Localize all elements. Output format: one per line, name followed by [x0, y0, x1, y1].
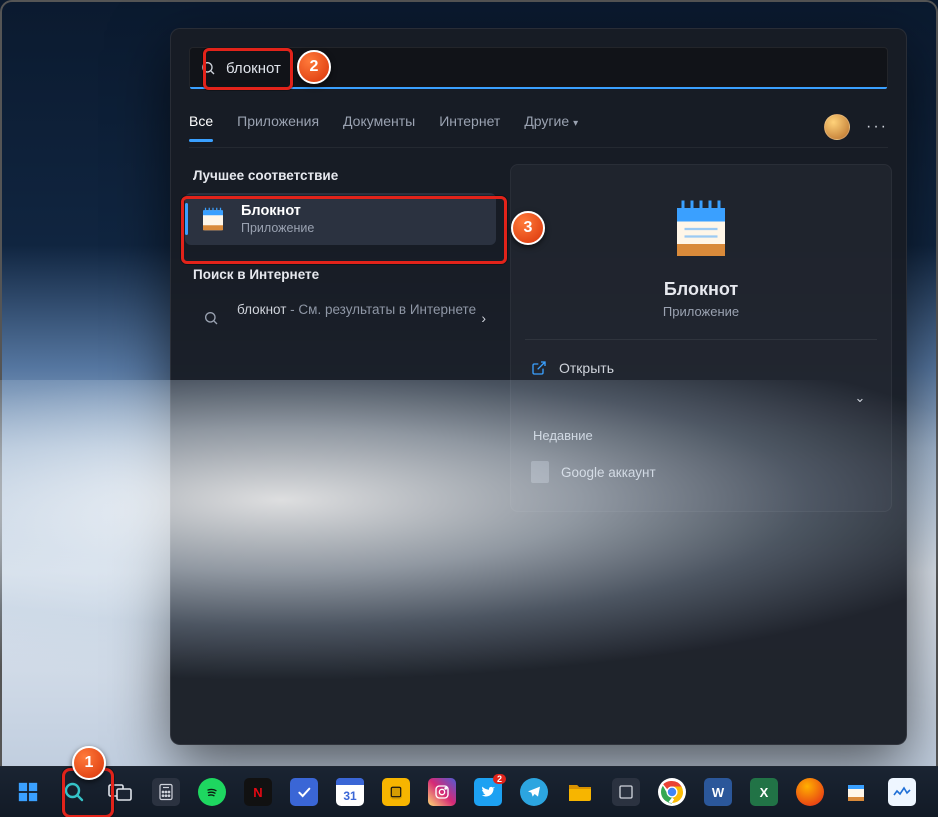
files-icon	[382, 778, 410, 806]
tab-apps[interactable]: Приложения	[237, 113, 319, 141]
taskbar-app-excel[interactable]: X	[742, 772, 786, 812]
calculator-icon	[152, 778, 180, 806]
taskbar-app-taskmgr[interactable]	[880, 772, 924, 812]
taskbar-app-notepad[interactable]	[834, 772, 878, 812]
notepad-icon	[197, 203, 229, 235]
annotation-marker-3: 3	[511, 211, 545, 245]
taskbar-app-shortcut[interactable]	[604, 772, 648, 812]
more-options-button[interactable]: ···	[866, 118, 888, 136]
annotation-marker-2: 2	[297, 50, 331, 84]
annotation-marker-1: 1	[72, 746, 106, 780]
taskview-button[interactable]	[98, 772, 142, 812]
taskbar-app-calendar[interactable]: 31	[328, 772, 372, 812]
taskbar-app-word[interactable]: W	[696, 772, 740, 812]
taskbar-app-twitter[interactable]: 2	[466, 772, 510, 812]
explorer-icon	[566, 778, 594, 806]
best-match-heading: Лучшее соответствие	[193, 168, 496, 183]
search-icon	[200, 60, 216, 76]
twitter-icon: 2	[474, 778, 502, 806]
chrome-icon	[658, 778, 686, 806]
taskbar-app-chrome[interactable]	[650, 772, 694, 812]
best-match-result[interactable]: Блокнот Приложение	[185, 193, 496, 245]
word-icon: W	[704, 778, 732, 806]
preview-subtitle: Приложение	[511, 304, 891, 319]
notepad-icon	[842, 778, 870, 806]
calendar-icon: 31	[336, 778, 364, 806]
instagram-icon	[428, 778, 456, 806]
taskbar-app-instagram[interactable]	[420, 772, 464, 812]
netflix-icon: N	[244, 778, 272, 806]
search-bar[interactable]	[189, 47, 888, 89]
expand-actions-button[interactable]: ⌄	[849, 390, 871, 406]
web-search-heading: Поиск в Интернете	[193, 267, 496, 282]
results-column: Лучшее соответствие Блокнот Приложение П…	[185, 164, 496, 512]
search-focus-underline	[190, 87, 887, 89]
tab-all[interactable]: Все	[189, 113, 213, 141]
start-button[interactable]	[6, 772, 50, 812]
taskbar-app-telegram[interactable]	[512, 772, 556, 812]
taskbar-app-spotify[interactable]	[190, 772, 234, 812]
todo-icon	[290, 778, 318, 806]
shortcut-icon	[612, 778, 640, 806]
tab-documents[interactable]: Документы	[343, 113, 415, 141]
recent-heading: Недавние	[533, 428, 891, 443]
preview-title: Блокнот	[511, 279, 891, 300]
chevron-right-icon: ›	[481, 310, 486, 326]
recent-item[interactable]: Google аккаунт	[525, 453, 877, 491]
result-subtitle: Приложение	[241, 221, 314, 235]
taskbar-app-opera[interactable]	[788, 772, 832, 812]
taskbar-app-files[interactable]	[374, 772, 418, 812]
notepad-icon	[665, 193, 737, 265]
open-icon	[531, 360, 547, 376]
start-icon	[17, 781, 39, 803]
taskbar: N 31 2 W X	[0, 766, 938, 817]
divider	[525, 339, 877, 340]
taskview-icon	[108, 782, 132, 802]
spotify-icon	[198, 778, 226, 806]
taskbar-app-todo[interactable]	[282, 772, 326, 812]
taskbar-app-calculator[interactable]	[144, 772, 188, 812]
open-action[interactable]: Открыть	[525, 352, 877, 384]
document-icon	[531, 461, 549, 483]
taskbar-app-explorer[interactable]	[558, 772, 602, 812]
account-avatar[interactable]	[824, 114, 850, 140]
tab-internet[interactable]: Интернет	[439, 113, 500, 141]
preview-pane: Блокнот Приложение Открыть ⌄ Недавние Go…	[510, 164, 892, 512]
excel-icon: X	[750, 778, 778, 806]
taskbar-app-netflix[interactable]: N	[236, 772, 280, 812]
search-icon	[62, 780, 86, 804]
web-result-text: блокнот - См. результаты в Интернете	[237, 302, 481, 317]
telegram-icon	[520, 778, 548, 806]
tab-more[interactable]: Другие▾	[524, 113, 578, 141]
chevron-down-icon: ▾	[573, 118, 578, 129]
search-panel: Все Приложения Документы Интернет Другие…	[170, 28, 907, 745]
web-search-result[interactable]: блокнот - См. результаты в Интернете ›	[185, 292, 496, 344]
search-icon	[195, 302, 227, 334]
result-title: Блокнот	[241, 203, 314, 219]
opera-icon	[796, 778, 824, 806]
filter-tabs: Все Приложения Документы Интернет Другие…	[189, 107, 888, 148]
taskmgr-icon	[888, 778, 916, 806]
